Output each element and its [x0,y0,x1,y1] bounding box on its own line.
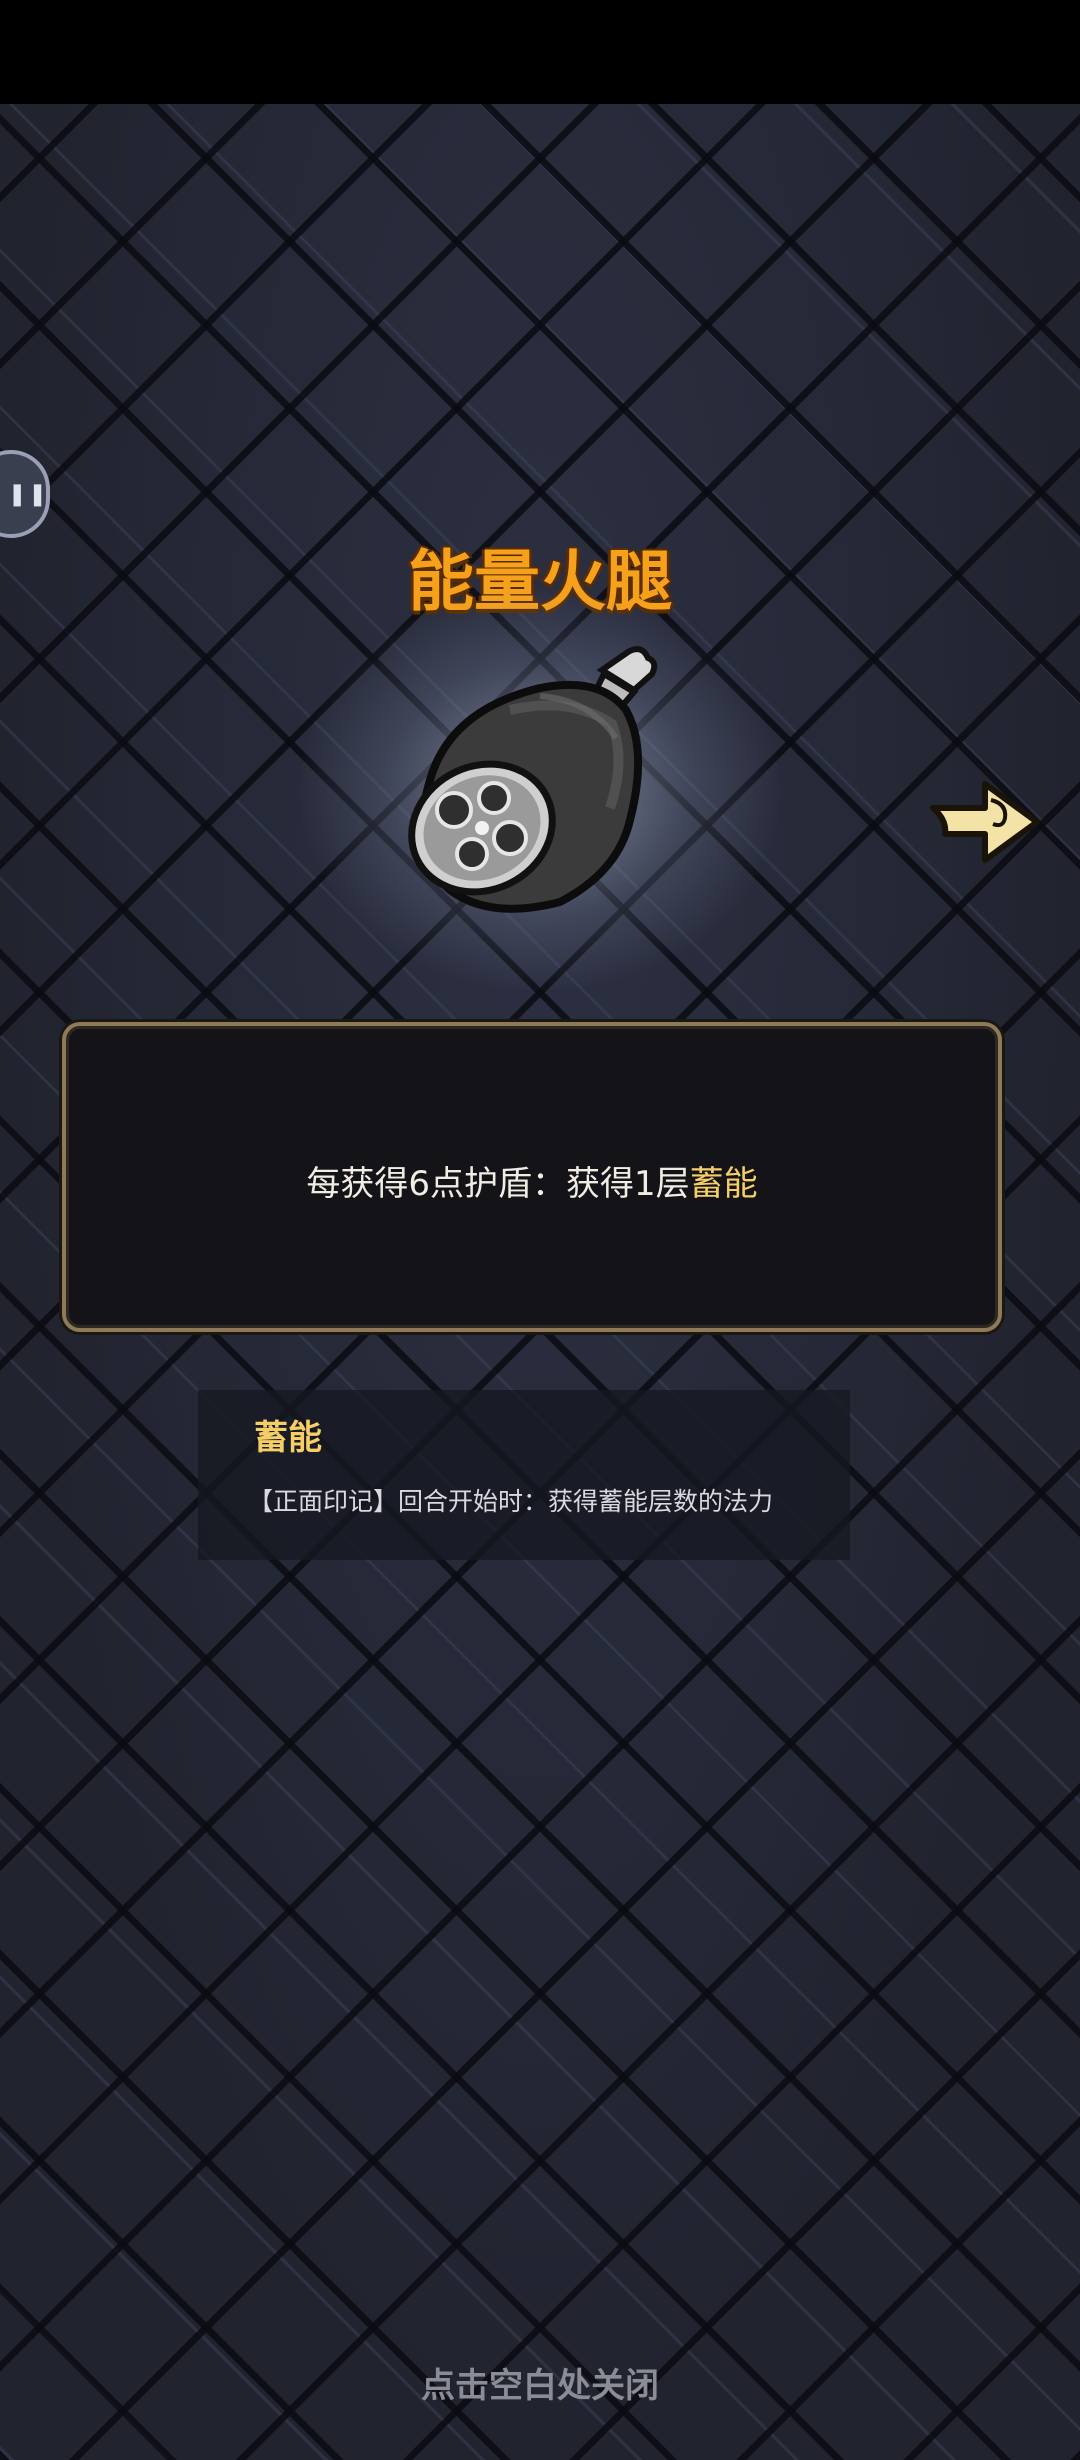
close-hint: 点击空白处关闭 [421,2366,659,2406]
pause-icon: ❚❚ [8,482,49,507]
description-text: 每获得6点护盾：获得1层 [306,1164,690,1204]
keyword-tooltip: 蓄能 【正面印记】回合开始时：获得蓄能层数的法力 [198,1390,850,1560]
meat-ham-icon [408,646,658,913]
status-bar [0,0,1080,104]
item-detail-screen[interactable]: ❚❚ 能量火腿 每获得6点护盾：获得1层蓄能 蓄能 【正面印记】回合开始时：获得… [0,0,1080,2460]
next-arrow-icon[interactable] [925,770,1045,870]
description-keyword[interactable]: 蓄能 [690,1164,758,1204]
tooltip-title: 蓄能 [254,1418,322,1458]
item-description-panel: 每获得6点护盾：获得1层蓄能 [62,1022,1002,1332]
item-description: 每获得6点护盾：获得1层蓄能 [66,1156,998,1205]
tooltip-body: 【正面印记】回合开始时：获得蓄能层数的法力 [248,1487,774,1516]
